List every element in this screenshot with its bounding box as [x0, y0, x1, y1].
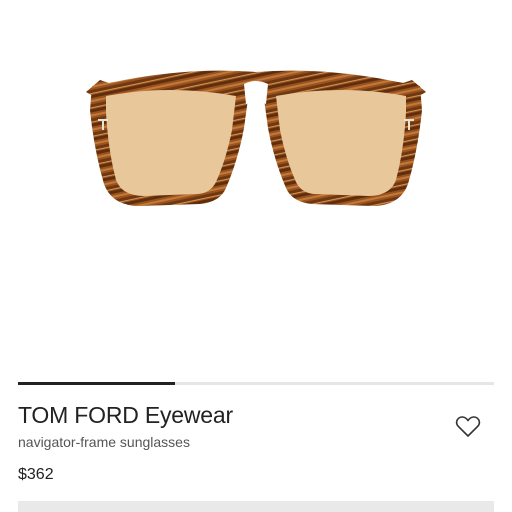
- sunglasses-illustration: [86, 70, 426, 206]
- right-lens: [276, 90, 406, 196]
- product-description[interactable]: navigator-frame sunglasses: [18, 433, 190, 451]
- product-brand[interactable]: TOM FORD Eyewear: [18, 401, 233, 429]
- heart-outline-icon: [455, 416, 481, 437]
- product-image[interactable]: [0, 0, 512, 370]
- product-price: $362: [18, 466, 54, 483]
- gallery-progress-track: [18, 382, 494, 385]
- gallery-progress-indicator: [18, 382, 176, 385]
- bridge-gap: [244, 81, 268, 104]
- left-lens: [106, 90, 236, 196]
- bottom-action-bar[interactable]: [18, 501, 494, 512]
- product-card: TOM FORD Eyewear navigator-frame sunglas…: [0, 0, 512, 512]
- wishlist-button[interactable]: [453, 413, 483, 441]
